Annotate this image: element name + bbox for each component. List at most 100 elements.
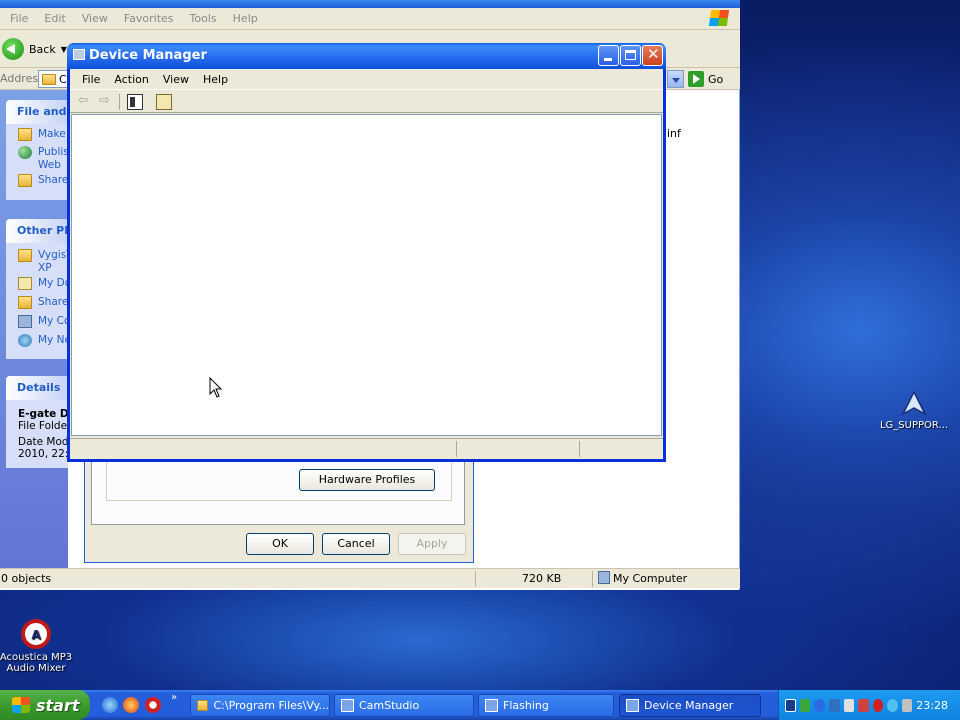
tray-shield-icon[interactable] [799,698,811,712]
task-publish-web[interactable]: Publis Web [6,146,68,174]
status-location: My Computer [613,572,688,585]
taskbar-button-camstudio[interactable]: CamStudio [334,694,474,717]
status-objects: 0 objects [1,572,52,585]
device-tree-view[interactable] [71,114,662,436]
file-list-item[interactable]: inf [667,127,681,140]
place-vygis[interactable]: VygisT XP [6,249,68,277]
folder-icon [42,73,56,85]
folder-icon [18,249,32,262]
svg-text:A: A [31,628,41,642]
status-size: 720 KB [522,572,562,585]
menu-tools[interactable]: Tools [182,12,225,25]
network-icon[interactable] [829,698,840,712]
taskbar-button-label: Flashing [503,699,549,712]
place-my-network[interactable]: My Ne [6,334,68,353]
desktop-icon-label: LG_SUPPOR... [879,420,949,431]
taskbar-button-device-manager[interactable]: Device Manager [619,694,761,717]
status-divider [592,571,593,587]
folder-icon [197,700,209,711]
task-share[interactable]: Share [6,174,68,192]
computer-icon [598,571,610,584]
ok-button[interactable]: OK [246,533,314,555]
explorer-titlebar[interactable] [0,0,740,8]
tab-page: Hardware Profiles [91,455,465,525]
minimize-button[interactable] [598,45,619,66]
mouse-cursor-icon [209,377,223,398]
menu-view[interactable]: View [156,73,196,86]
place-shared[interactable]: Share [6,296,68,315]
menu-view[interactable]: View [74,12,116,25]
windows-logo-icon [708,10,730,26]
desktop-icon-acoustica[interactable]: A Acoustica MP3 Audio Mixer [0,618,76,674]
hardware-profiles-button[interactable]: Hardware Profiles [299,469,435,491]
back-arrow-icon [2,38,24,60]
device-manager-titlebar[interactable]: Device Manager ✕ [67,43,666,69]
taskbar-button-label: CamStudio [359,699,420,712]
clock[interactable]: 23:28 [916,699,948,712]
tray-app-icon[interactable] [785,698,796,712]
taskbar-button-explorer[interactable]: C:\Program Files\Vy... [190,694,330,717]
go-button[interactable]: Go [688,69,738,89]
panel-header[interactable]: Other Pla [6,219,68,243]
status-divider [456,441,457,457]
menu-favorites[interactable]: Favorites [116,12,182,25]
antivirus-icon[interactable] [858,698,869,712]
system-properties-dialog: Hardware Profiles OK Cancel Apply [84,455,474,563]
device-manager-icon [626,699,639,712]
apply-button[interactable]: Apply [398,533,466,555]
device-manager-toolbar: ⇦ ⇨ [70,89,663,113]
close-button[interactable]: ✕ [642,45,663,66]
show-hide-console-tree-icon[interactable] [127,94,143,110]
quicklaunch-chevron-icon[interactable]: » [171,692,177,703]
system-tray: 23:28 [778,690,960,720]
documents-icon [18,277,32,290]
detail-type: File Folder [18,420,68,432]
internet-explorer-icon[interactable] [102,697,118,713]
status-divider [579,441,580,457]
cancel-button[interactable]: Cancel [322,533,390,555]
task-pane: File and F Make a Publis Web Share Other… [0,90,68,568]
firefox-icon[interactable] [123,697,139,713]
device-manager-icon [73,49,85,60]
go-label: Go [708,72,724,86]
menu-edit[interactable]: Edit [36,12,73,25]
new-folder-icon [18,128,32,141]
volume-icon[interactable] [843,698,855,712]
back-button[interactable]: Back ▼ [2,36,67,62]
bluetooth-icon[interactable] [814,698,826,712]
place-my-documents[interactable]: My Do [6,277,68,296]
computer-icon [18,315,32,328]
device-manager-window: Device Manager ✕ File Action View Help ⇦… [67,43,666,462]
acoustica-mixer-icon: A [21,619,51,649]
menu-file[interactable]: File [2,12,36,25]
menu-help[interactable]: Help [196,73,235,86]
network-icon [18,334,32,347]
start-button[interactable]: start [0,690,90,720]
security-alert-icon[interactable] [872,698,884,712]
panel-header[interactable]: File and F [6,100,68,124]
menu-action[interactable]: Action [107,73,155,86]
menu-help[interactable]: Help [225,12,266,25]
window-title: Device Manager [89,48,207,63]
menu-file[interactable]: File [75,73,107,86]
back-arrow-icon[interactable]: ⇦ [78,94,92,107]
lg-support-icon [901,390,927,416]
media-player-icon[interactable] [145,697,161,713]
task-make-folder[interactable]: Make a [6,128,68,146]
address-dropdown-button[interactable] [667,70,684,88]
maximize-button[interactable] [620,45,641,66]
globe-icon [18,146,32,159]
chevron-down-icon[interactable]: ▼ [61,45,67,54]
update-icon[interactable] [887,698,898,712]
minimize-icon [604,58,612,61]
file-folder-tasks-panel: File and F Make a Publis Web Share [6,100,68,200]
address-input[interactable]: C [38,70,68,88]
forward-arrow-icon[interactable]: ⇨ [99,94,113,107]
taskbar-button-flashing[interactable]: Flashing [478,694,614,717]
place-my-computer[interactable]: My Co [6,315,68,334]
properties-icon[interactable] [156,94,172,110]
tray-misc-icon[interactable] [901,698,913,712]
desktop-icon-lg-support[interactable]: LG_SUPPOR... [874,390,954,431]
window-icon [485,699,498,712]
panel-header[interactable]: Details [6,376,68,400]
